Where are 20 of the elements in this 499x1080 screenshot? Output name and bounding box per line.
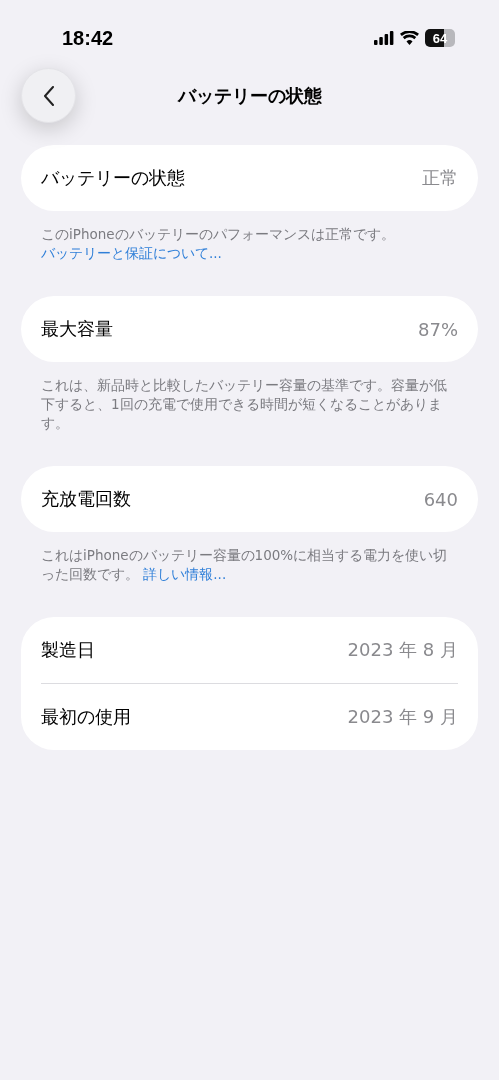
footnote-text: このiPhoneのバッテリーのパフォーマンスは正常です。 バッテリーと保証について... bbox=[40, 225, 396, 263]
row-label: 製造日 bbox=[41, 638, 95, 662]
row-value: 2023 年 8 月 bbox=[347, 638, 458, 662]
footnote-text: これはiPhoneのバッテリー容量の100%に相当する電力を使い切った回数です。 詳しい情報... bbox=[40, 546, 449, 584]
row-value: 87% bbox=[418, 318, 458, 340]
row-value: 2023 年 9 月 bbox=[347, 705, 458, 729]
back-icon bbox=[42, 85, 55, 106]
row-label: 最大容量 bbox=[41, 317, 113, 341]
signal-icon bbox=[374, 31, 394, 45]
info-link[interactable]: バッテリーと保証について... bbox=[41, 245, 222, 261]
row-label: 充放電回数 bbox=[41, 487, 131, 511]
row-value: 正常 bbox=[422, 166, 458, 190]
info-link[interactable]: 詳しい情報... bbox=[143, 566, 227, 582]
footnote-text: これは、新品時と比較したバッテリー容量の基準です。容量が低下すると、1回の充電で使用できる時間が短くなることがあります。 bbox=[40, 376, 448, 433]
row-label: 最初の使用 bbox=[41, 705, 131, 729]
row-value: 640 bbox=[423, 488, 458, 510]
page-title: バッテリーの状態 bbox=[177, 84, 322, 108]
row-label: バッテリーの状態 bbox=[41, 166, 185, 190]
status-time: 18:42 bbox=[62, 26, 114, 50]
wifi-icon bbox=[400, 31, 419, 45]
